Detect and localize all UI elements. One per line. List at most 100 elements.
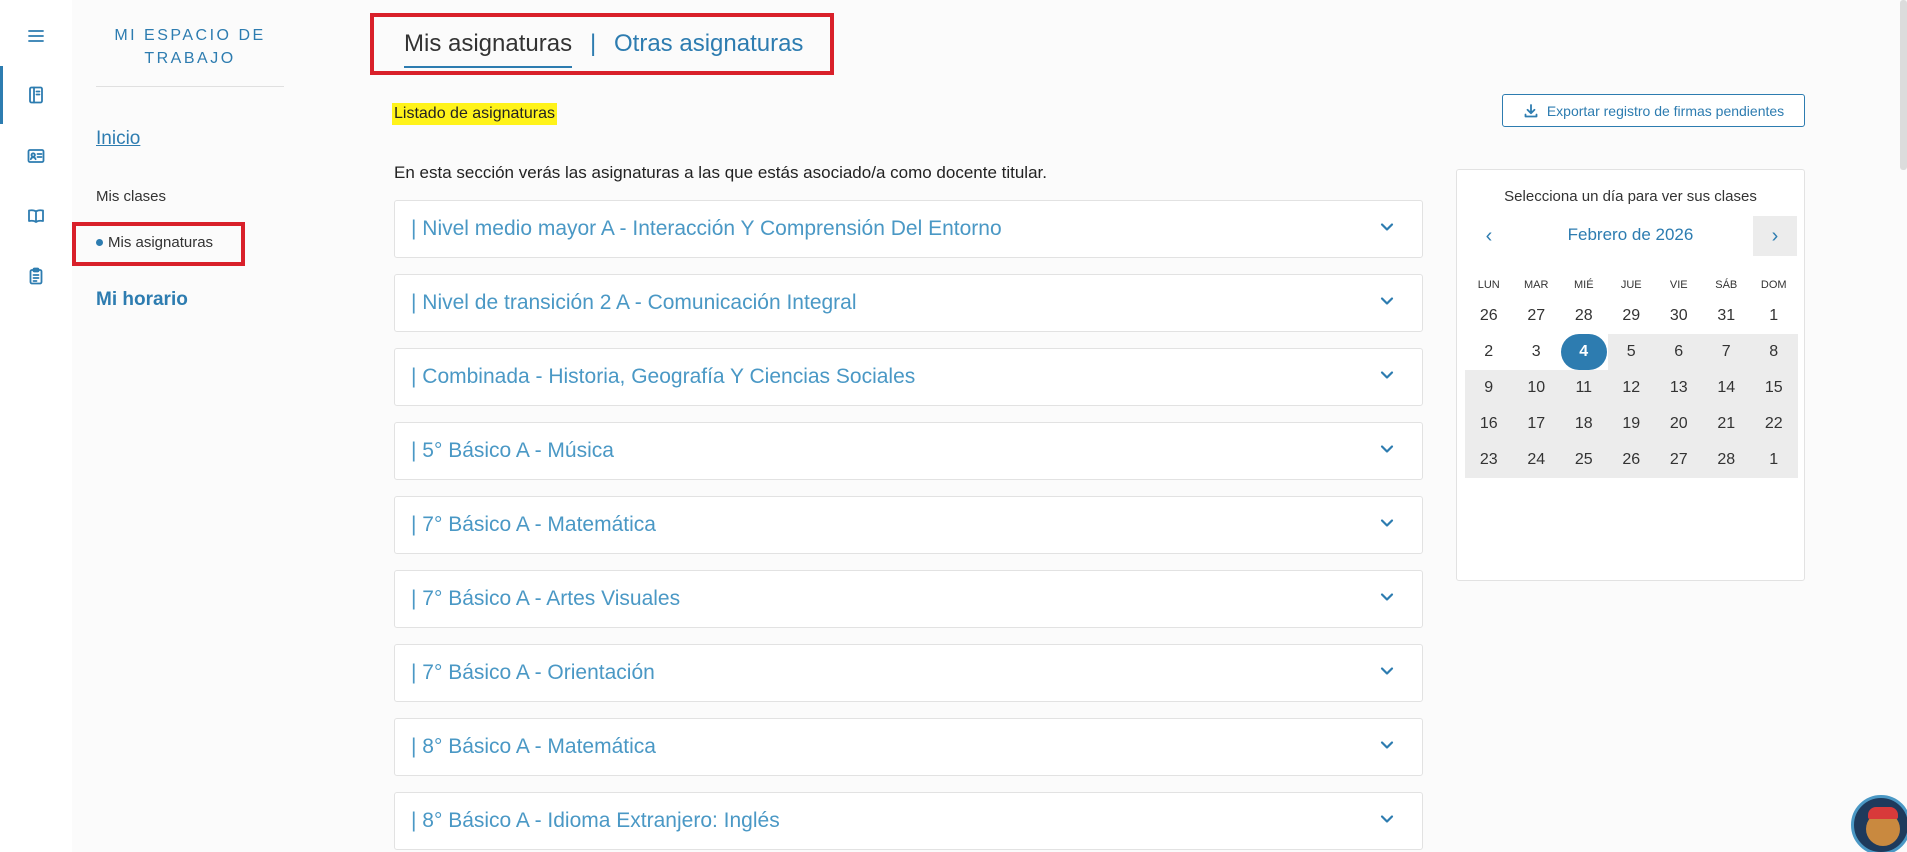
book-icon[interactable] [0, 187, 72, 245]
tabs-annotation-box [370, 13, 834, 75]
subject-accordion[interactable]: | 7° Básico A - Artes Visuales [394, 570, 1423, 628]
calendar-day[interactable]: 5 [1607, 334, 1655, 370]
calendar-week: 23 24 25 26 27 28 1 [1465, 442, 1798, 478]
calendar-day[interactable]: 30 [1655, 298, 1703, 334]
subject-label: | Combinada - Historia, Geografía Y Cien… [411, 365, 916, 388]
calendar-grid: LUN MAR MIÉ JUE VIE SÁB DOM 26 27 28 29 … [1465, 272, 1798, 478]
calendar-day[interactable]: 11 [1560, 370, 1608, 406]
subject-label: | Nivel de transición 2 A - Comunicación… [411, 291, 857, 314]
export-pending-signatures-button[interactable]: Exportar registro de firmas pendientes [1502, 94, 1805, 127]
chevron-down-icon[interactable] [1378, 514, 1396, 537]
subject-label: | 8° Básico A - Matemática [411, 735, 656, 758]
calendar-day[interactable]: 6 [1655, 334, 1703, 370]
calendar-day[interactable]: 18 [1560, 406, 1608, 442]
calendar-month-label: Febrero de 2026 [1567, 225, 1694, 244]
page-scrollbar[interactable] [1900, 0, 1907, 170]
notebook-icon[interactable] [0, 66, 72, 124]
subject-label: | 8° Básico A - Idioma Extranjero: Inglé… [411, 809, 780, 832]
subject-accordion[interactable]: | 8° Básico A - Idioma Extranjero: Inglé… [394, 792, 1423, 850]
calendar-day[interactable]: 17 [1512, 406, 1560, 442]
subject-label: | 7° Básico A - Matemática [411, 513, 656, 536]
calendar-day[interactable]: 22 [1750, 406, 1798, 442]
red-cap-icon [1868, 807, 1898, 819]
sidebar-divider [96, 86, 284, 87]
subject-accordion[interactable]: | 5° Básico A - Música [394, 422, 1423, 480]
subject-accordion[interactable]: | 7° Básico A - Orientación [394, 644, 1423, 702]
sidebar-item-mis-clases[interactable]: Mis clases [96, 188, 166, 205]
calendar-day[interactable]: 9 [1465, 370, 1513, 406]
calendar-day[interactable]: 1 [1750, 298, 1798, 334]
subject-label: | 7° Básico A - Orientación [411, 661, 655, 684]
calendar-day[interactable]: 10 [1512, 370, 1560, 406]
chevron-down-icon[interactable] [1378, 292, 1396, 315]
download-icon [1524, 103, 1538, 117]
next-month-button[interactable]: › [1753, 216, 1797, 256]
calendar-day[interactable]: 23 [1465, 442, 1513, 478]
calendar-day[interactable]: 28 [1702, 442, 1750, 478]
calendar-weekday-header: LUN MAR MIÉ JUE VIE SÁB DOM [1465, 272, 1798, 298]
calendar-day[interactable]: 25 [1560, 442, 1608, 478]
calendar-day[interactable]: 19 [1607, 406, 1655, 442]
chevron-down-icon[interactable] [1378, 588, 1396, 611]
weekday-label: SÁB [1715, 279, 1738, 291]
calendar-day[interactable]: 3 [1513, 334, 1561, 370]
calendar-day[interactable]: 27 [1513, 298, 1561, 334]
weekday-label: LUN [1477, 279, 1500, 291]
calendar-week: 16 17 18 19 20 21 22 [1465, 406, 1798, 442]
chevron-down-icon[interactable] [1378, 366, 1396, 389]
calendar-week: 9 10 11 12 13 14 15 [1465, 370, 1798, 406]
workspace-title: MI ESPACIO DE TRABAJO [114, 27, 266, 67]
sidebar-item-inicio[interactable]: Inicio [96, 128, 140, 150]
chevron-down-icon[interactable] [1378, 810, 1396, 833]
calendar-hint: Selecciona un día para ver sus clases [1504, 188, 1757, 205]
clipboard-icon[interactable] [0, 247, 72, 305]
workspace-sidebar: MI ESPACIO DE TRABAJO Inicio Mis clases … [72, 0, 332, 852]
calendar-day[interactable]: 27 [1655, 442, 1703, 478]
calendar-week: 2 3 4 5 6 7 8 [1465, 334, 1798, 370]
calendar-day[interactable]: 15 [1750, 370, 1798, 406]
calendar-day[interactable]: 28 [1560, 298, 1608, 334]
calendar-week: 26 27 28 29 30 31 1 [1465, 298, 1798, 334]
calendar-day[interactable]: 20 [1655, 406, 1703, 442]
calendar-day[interactable]: 14 [1702, 370, 1750, 406]
subject-accordion[interactable]: | Nivel medio mayor A - Interacción Y Co… [394, 200, 1423, 258]
chevron-down-icon[interactable] [1378, 736, 1396, 759]
sidebar-item-mi-horario[interactable]: Mi horario [96, 289, 188, 311]
calendar-widget: Selecciona un día para ver sus clases ‹ … [1456, 169, 1805, 581]
chevron-down-icon[interactable] [1378, 440, 1396, 463]
calendar-day[interactable]: 8 [1750, 334, 1798, 370]
assistant-avatar[interactable] [1851, 795, 1907, 852]
icon-rail [0, 0, 72, 852]
calendar-day[interactable]: 1 [1750, 442, 1798, 478]
calendar-day[interactable]: 12 [1607, 370, 1655, 406]
section-title: Listado de asignaturas [392, 103, 557, 125]
calendar-day[interactable]: 24 [1512, 442, 1560, 478]
subjects-list: | Nivel medio mayor A - Interacción Y Co… [394, 200, 1423, 852]
subject-accordion[interactable]: | Combinada - Historia, Geografía Y Cien… [394, 348, 1423, 406]
calendar-day-selected[interactable]: 4 [1560, 334, 1608, 370]
menu-icon[interactable] [0, 7, 72, 65]
weekday-label: MIÉ [1573, 279, 1594, 291]
subject-accordion[interactable]: | Nivel de transición 2 A - Comunicación… [394, 274, 1423, 332]
calendar-day[interactable]: 2 [1465, 334, 1513, 370]
weekday-label: MAR [1524, 279, 1549, 291]
calendar-day[interactable]: 7 [1702, 334, 1750, 370]
sidebar-annotation-box [72, 222, 245, 266]
chevron-down-icon[interactable] [1378, 218, 1396, 241]
calendar-day[interactable]: 31 [1703, 298, 1751, 334]
subject-accordion[interactable]: | 8° Básico A - Matemática [394, 718, 1423, 776]
subject-label: | 5° Básico A - Música [411, 439, 614, 462]
calendar-day[interactable]: 21 [1702, 406, 1750, 442]
calendar-day[interactable]: 29 [1608, 298, 1656, 334]
calendar-day[interactable]: 26 [1465, 298, 1513, 334]
calendar-day[interactable]: 16 [1465, 406, 1513, 442]
id-card-icon[interactable] [0, 127, 72, 185]
subject-accordion[interactable]: | 7° Básico A - Matemática [394, 496, 1423, 554]
export-button-label: Exportar registro de firmas pendientes [1546, 102, 1785, 119]
weekday-label: DOM [1760, 279, 1787, 291]
selected-day-label: 4 [1560, 334, 1607, 370]
chevron-down-icon[interactable] [1378, 662, 1396, 685]
calendar-day[interactable]: 26 [1607, 442, 1655, 478]
weekday-label: VIE [1669, 279, 1688, 291]
calendar-day[interactable]: 13 [1655, 370, 1703, 406]
